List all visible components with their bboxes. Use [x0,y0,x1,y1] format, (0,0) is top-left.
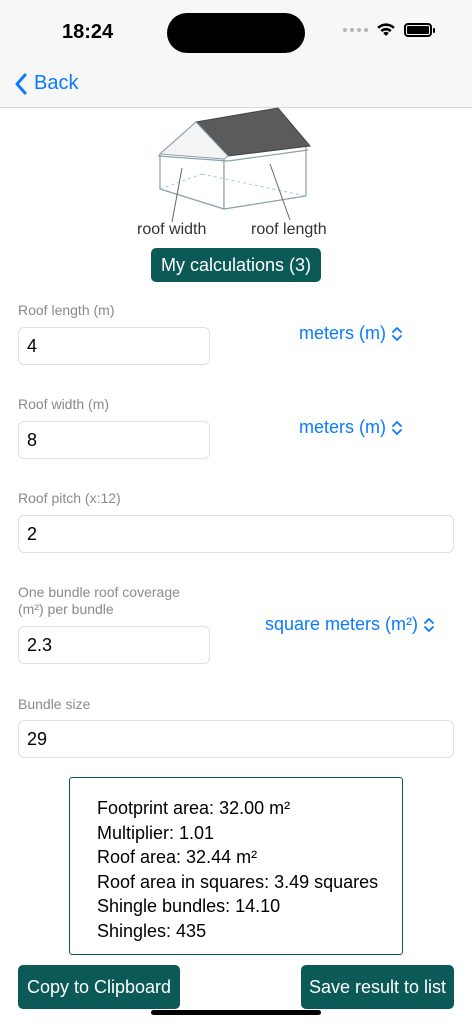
back-label: Back [34,72,79,94]
roof-area-squares-result: Roof area in squares: 3.49 squares [97,871,379,892]
status-time: 18:24 [62,21,114,43]
roof-width-label: Roof width (m) [18,396,110,412]
roof-width-unit-label: meters (m) [299,417,386,437]
bundle-coverage-unit-label: square meters (m²) [265,614,419,634]
roof-length-label: Roof length (m) [18,302,115,318]
my-calculations-button[interactable]: My calculations (3) [151,248,321,282]
shingle-bundles-result: Shingle bundles: 14.10 [97,896,281,916]
shingles-result: Shingles: 435 [97,920,207,941]
battery-icon [404,22,435,37]
bundle-size-label: Bundle size [18,696,91,712]
multiplier-result: Multiplier: 1.01 [97,822,215,843]
bundle-size-input[interactable]: 29 [18,720,454,758]
bundle-coverage-label-line2: (m²) per bundle [18,601,114,617]
roof-width-caption: roof width [137,221,207,238]
roof-width-unit-select[interactable]: meters (m) [299,417,402,438]
bundle-coverage-input[interactable]: 2.3 [18,626,210,664]
chevron-up-down-icon [392,326,402,341]
status-icons [343,22,435,37]
cellular-signal-icon [343,27,368,32]
roof-length-input[interactable]: 4 [18,327,210,365]
save-result-button[interactable]: Save result to list [301,965,454,1009]
home-indicator [151,1010,321,1015]
roof-pitch-label: Roof pitch (x:12) [18,490,121,506]
wifi-icon [377,23,395,36]
roof-pitch-input[interactable]: 2 [18,515,454,553]
status-bar: 18:24 [0,0,472,62]
roof-length-caption: roof length [251,221,327,238]
copy-to-clipboard-button[interactable]: Copy to Clipboard [18,965,180,1009]
navigation-bar: Back [0,62,472,108]
roof-length-unit-select[interactable]: meters (m) [299,323,402,344]
footprint-area-result: Footprint area: 32.00 m² [97,798,291,818]
results-panel: Footprint area: 32.00 m² Multiplier: 1.0… [69,777,403,955]
bundle-coverage-unit-select[interactable]: square meters (m²) [265,614,434,635]
dynamic-island [167,13,305,53]
chevron-up-down-icon [424,617,434,632]
roof-area-result: Roof area: 32.44 m² [97,847,258,867]
chevron-up-down-icon [392,420,402,435]
chevron-left-icon [15,73,27,94]
roof-width-input[interactable]: 8 [18,421,210,459]
bundle-coverage-label-line1: One bundle roof coverage [18,584,180,600]
roof-length-unit-label: meters (m) [299,323,386,343]
back-button[interactable]: Back [14,72,78,95]
